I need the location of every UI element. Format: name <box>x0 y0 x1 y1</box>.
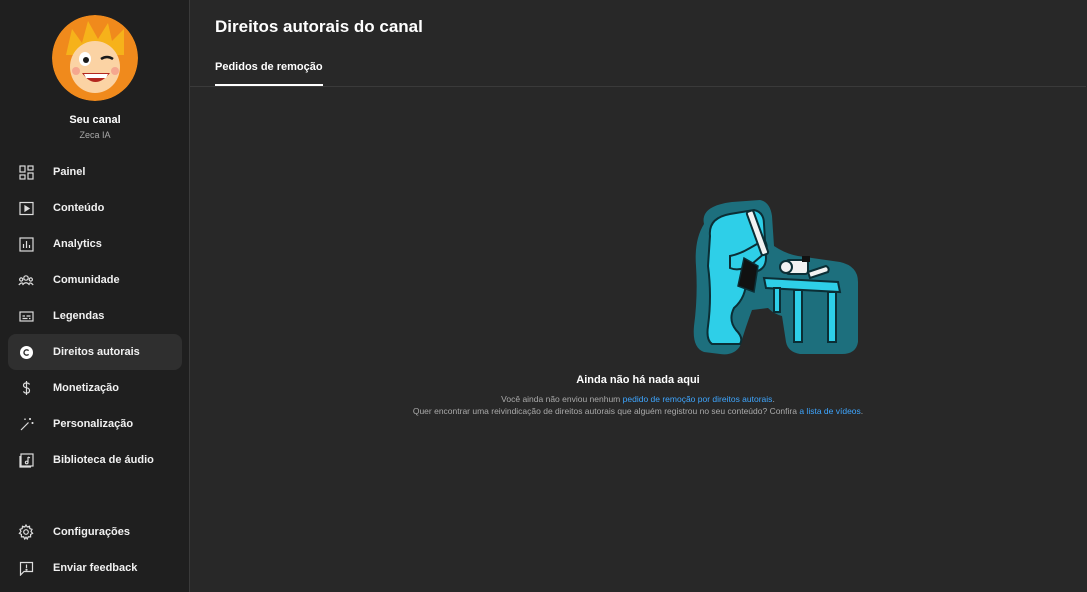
sidebar-item-configuracoes[interactable]: Configurações <box>8 514 182 550</box>
content-icon <box>18 200 34 216</box>
empty-state-text: . <box>772 394 775 404</box>
feedback-icon <box>18 560 34 576</box>
analytics-icon <box>18 236 34 252</box>
sidebar-item-label: Biblioteca de áudio <box>53 454 154 466</box>
sidebar-item-biblioteca-de-audio[interactable]: Biblioteca de áudio <box>8 442 182 478</box>
sidebar-item-label: Legendas <box>53 310 105 322</box>
sidebar: Seu canal Zeca IA Painel Conteúdo Analyt… <box>0 0 190 592</box>
main-content: Direitos autorais do canal Pedidos de re… <box>190 0 1087 592</box>
subtitles-icon <box>18 308 34 324</box>
sidebar-nav: Painel Conteúdo Analytics Comunidade Leg… <box>8 154 182 478</box>
empty-state-text: Você ainda não enviou nenhum <box>501 394 623 404</box>
channel-name: Seu canal <box>69 114 121 126</box>
community-icon <box>18 272 34 288</box>
sidebar-item-label: Comunidade <box>53 274 120 286</box>
empty-state-text: Quer encontrar uma reivindicação de dire… <box>412 406 800 416</box>
tab-pedidos-de-remocao[interactable]: Pedidos de remoção <box>215 48 323 86</box>
sidebar-item-enviar-feedback[interactable]: Enviar feedback <box>8 550 182 586</box>
audio-library-icon <box>18 452 34 468</box>
sidebar-item-label: Configurações <box>53 526 131 538</box>
sidebar-item-painel[interactable]: Painel <box>8 154 182 190</box>
copyright-icon <box>18 344 34 360</box>
avatar[interactable] <box>52 15 138 101</box>
sidebar-item-analytics[interactable]: Analytics <box>8 226 182 262</box>
gear-icon <box>18 524 34 540</box>
sidebar-item-label: Conteúdo <box>53 202 105 214</box>
sidebar-item-label: Direitos autorais <box>53 346 140 358</box>
empty-state-text: . <box>860 406 864 416</box>
dollar-icon <box>18 380 34 396</box>
sidebar-bottom-nav: Configurações Enviar feedback <box>8 514 182 586</box>
sidebar-item-comunidade[interactable]: Comunidade <box>8 262 182 298</box>
tab-bar: Pedidos de remoção <box>190 48 1086 87</box>
sidebar-item-conteudo[interactable]: Conteúdo <box>8 190 182 226</box>
sidebar-item-legendas[interactable]: Legendas <box>8 298 182 334</box>
empty-state-illustration <box>690 196 860 363</box>
video-list-link[interactable]: a lista de vídeos <box>799 406 860 416</box>
magic-wand-icon <box>18 416 34 432</box>
empty-state-line-2: Quer encontrar uma reivindicação de dire… <box>190 406 1086 416</box>
page-title: Direitos autorais do canal <box>215 17 423 36</box>
empty-state-title: Ainda não há nada aqui <box>576 374 700 386</box>
sidebar-item-label: Painel <box>53 166 86 178</box>
sidebar-item-label: Personalização <box>53 418 134 430</box>
empty-state-line-1: Você ainda não enviou nenhum pedido de r… <box>190 394 1086 404</box>
dashboard-icon <box>18 164 34 180</box>
sidebar-item-direitos-autorais[interactable]: Direitos autorais <box>8 334 182 370</box>
sidebar-item-monetizacao[interactable]: Monetização <box>8 370 182 406</box>
sidebar-item-label: Monetização <box>53 382 120 394</box>
sidebar-item-label: Analytics <box>53 238 102 250</box>
sidebar-item-label: Enviar feedback <box>53 562 138 574</box>
avatar-image <box>52 15 138 101</box>
channel-handle: Zeca IA <box>79 130 111 140</box>
takedown-request-link[interactable]: pedido de remoção por direitos autorais <box>623 394 773 404</box>
sidebar-item-personalizacao[interactable]: Personalização <box>8 406 182 442</box>
